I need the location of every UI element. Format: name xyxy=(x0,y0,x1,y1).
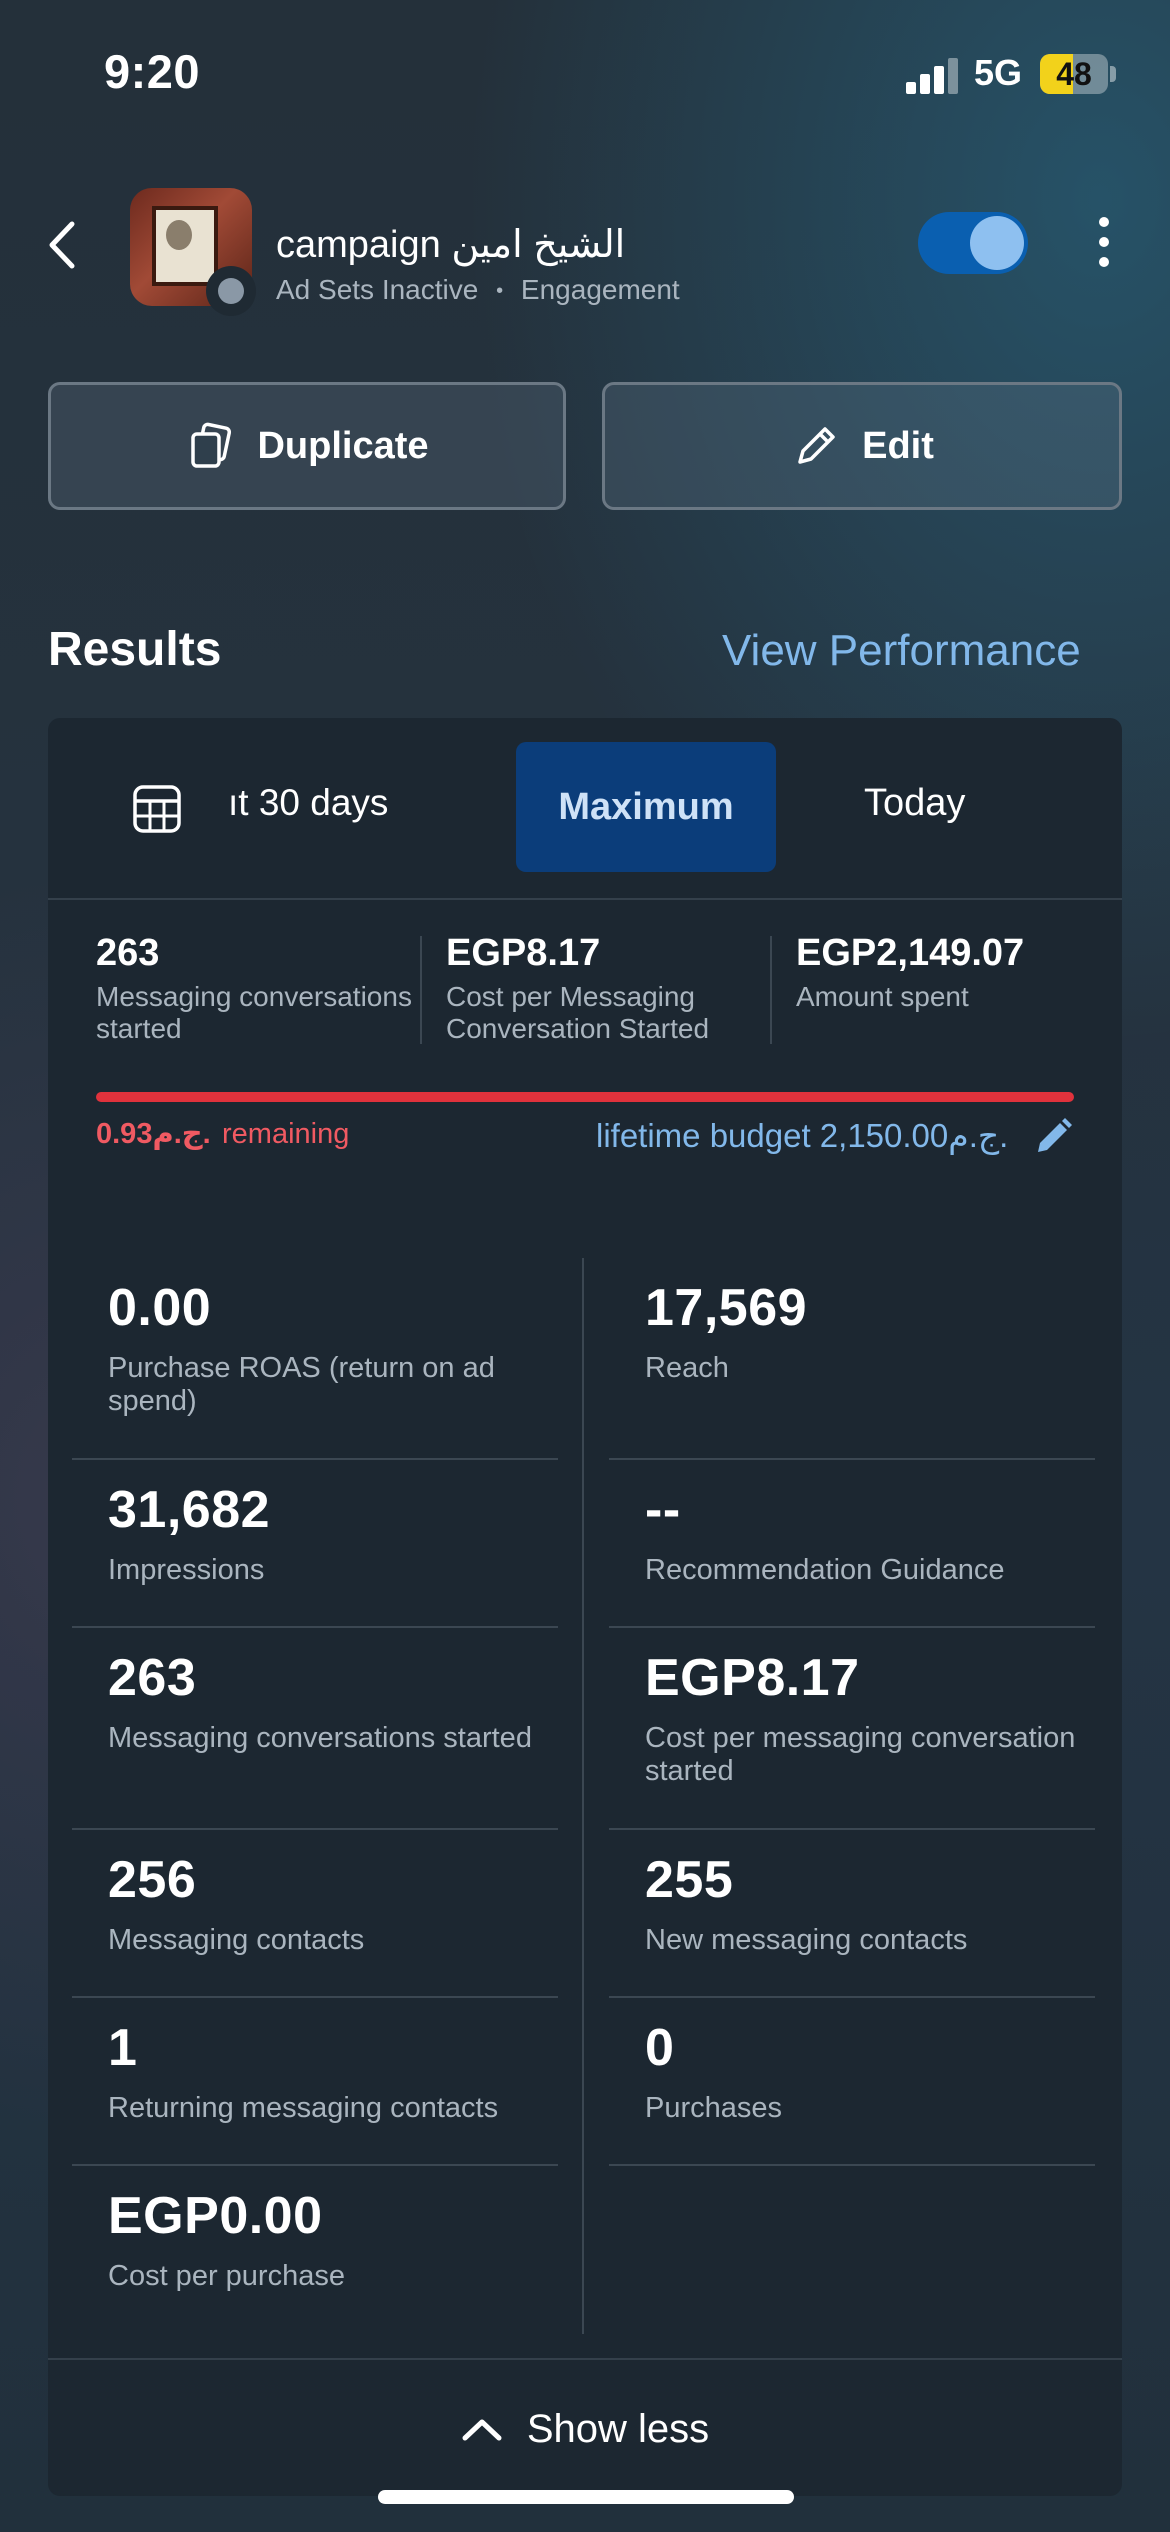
show-less-label: Show less xyxy=(526,2406,710,2451)
more-options-button[interactable] xyxy=(1086,212,1122,272)
battery-icon: 48 xyxy=(1040,54,1108,94)
status-dot-icon xyxy=(206,266,256,316)
subtitle-separator: • xyxy=(496,280,504,303)
chevron-left-icon xyxy=(49,221,75,269)
tab-last-30-days[interactable]: ıt 30 days xyxy=(228,782,388,824)
metric-messaging-conversations: 263 Messaging conversations started xyxy=(72,1628,558,1830)
metric-purchase-roas: 0.00 Purchase ROAS (return on ad spend) xyxy=(72,1258,558,1460)
metric-value: 255 xyxy=(645,1851,734,1909)
campaign-objective: Engagement xyxy=(520,274,680,305)
metric-impressions: 31,682 Impressions xyxy=(72,1460,558,1628)
metric-value: 17,569 xyxy=(645,1279,808,1337)
edit-budget-icon[interactable] xyxy=(1034,1116,1074,1156)
metric-value: 256 xyxy=(108,1851,197,1909)
status-time: 9:20 xyxy=(104,45,201,98)
show-less-button[interactable]: Show less xyxy=(48,2360,1122,2496)
budget-remaining-label: remaining xyxy=(222,1118,350,1150)
lifetime-budget[interactable]: lifetime budget 2,150.00ج.م. xyxy=(596,1116,1008,1155)
show-less-row: Show less xyxy=(48,2358,1122,2496)
campaign-status: Ad Sets Inactive xyxy=(276,274,479,305)
metric-value: 0.00 xyxy=(108,1279,212,1337)
metric-reach: 17,569 Reach xyxy=(609,1258,1095,1460)
duplicate-button[interactable]: Duplicate xyxy=(48,382,566,510)
tab-today[interactable]: Today xyxy=(864,782,965,825)
metric-label: Returning messaging contacts xyxy=(108,2092,499,2124)
calendar-grid-icon[interactable] xyxy=(132,784,182,834)
metric-purchases: 0 Purchases xyxy=(609,1998,1095,2166)
metric-value: 31,682 xyxy=(108,1481,271,1539)
summary-label: Messaging conversations started xyxy=(96,981,412,1044)
pencil-icon xyxy=(798,427,835,464)
budget-progress-bar xyxy=(96,1092,1074,1102)
toggle-knob xyxy=(970,216,1024,270)
metric-label: Impressions xyxy=(108,1554,265,1586)
summary-divider xyxy=(770,936,772,1044)
summary-divider xyxy=(420,936,422,1044)
duplicate-icon xyxy=(191,422,232,468)
summary-value: 263 xyxy=(96,932,160,974)
metric-value: 263 xyxy=(108,1649,197,1707)
summary-value: EGP8.17 xyxy=(446,932,601,974)
summary-cost-per-conversation: EGP8.17 Cost per Messaging Conversation … xyxy=(446,932,776,1045)
metric-recommendation-guidance: -- Recommendation Guidance xyxy=(609,1460,1095,1628)
results-title: Results xyxy=(48,623,222,676)
view-performance-link[interactable]: View Performance xyxy=(722,626,1081,676)
metric-value: 0 xyxy=(645,2019,675,2077)
metric-label: Messaging conversations started xyxy=(108,1722,532,1754)
metric-label: Purchase ROAS (return on ad spend) xyxy=(108,1352,495,1417)
tab-maximum[interactable]: Maximum xyxy=(516,742,776,872)
budget-remaining-amount: 0.93ج.م. xyxy=(96,1118,211,1150)
metric-value: 1 xyxy=(108,2019,138,2077)
summary-conversations: 263 Messaging conversations started xyxy=(96,932,416,1045)
summary-value: EGP2,149.07 xyxy=(796,932,1025,974)
summary-label: Amount spent xyxy=(796,981,969,1012)
metric-label: Reach xyxy=(645,1352,729,1384)
metrics-column-divider xyxy=(582,1258,584,2334)
metric-cost-per-purchase: EGP0.00 Cost per purchase xyxy=(72,2166,558,2334)
results-card: ıt 30 days Maximum Today 263 Messaging c… xyxy=(48,718,1122,2496)
edit-label: Edit xyxy=(862,424,934,467)
campaign-subtitle: Ad Sets Inactive • Engagement xyxy=(276,274,680,306)
metric-label: Recommendation Guidance xyxy=(645,1554,1005,1586)
summary-label: Cost per Messaging Conversation Started xyxy=(446,981,710,1044)
metric-label: Cost per messaging conversation started xyxy=(645,1722,1076,1787)
back-button[interactable] xyxy=(40,210,90,280)
metric-cost-per-messaging-conversation: EGP8.17 Cost per messaging conversation … xyxy=(609,1628,1095,1830)
metric-value: EGP8.17 xyxy=(645,1649,860,1707)
metric-new-messaging-contacts: 255 New messaging contacts xyxy=(609,1830,1095,1998)
metric-value: EGP0.00 xyxy=(108,2187,323,2245)
campaign-toggle[interactable] xyxy=(918,212,1028,274)
battery-tip xyxy=(1110,66,1116,82)
metric-label: Messaging contacts xyxy=(108,1924,365,1956)
signal-icon xyxy=(906,58,960,94)
metric-messaging-contacts: 256 Messaging contacts xyxy=(72,1830,558,1998)
chevron-up-icon xyxy=(462,2419,502,2441)
campaign-title: campaign الشيخ امين xyxy=(276,224,626,266)
home-indicator[interactable] xyxy=(378,2490,794,2504)
battery-level: 48 xyxy=(1056,56,1092,92)
network-type: 5G xyxy=(974,52,1023,93)
summary-amount-spent: EGP2,149.07 Amount spent xyxy=(796,932,1096,1013)
metric-value: -- xyxy=(645,1481,681,1539)
date-range-tabs: ıt 30 days Maximum Today xyxy=(48,718,1122,900)
edit-button[interactable]: Edit xyxy=(602,382,1122,510)
duplicate-label: Duplicate xyxy=(257,424,429,467)
metric-label: Purchases xyxy=(645,2092,783,2124)
metric-returning-contacts: 1 Returning messaging contacts xyxy=(72,1998,558,2166)
metric-label: New messaging contacts xyxy=(645,1924,968,1956)
metric-label: Cost per purchase xyxy=(108,2260,345,2292)
